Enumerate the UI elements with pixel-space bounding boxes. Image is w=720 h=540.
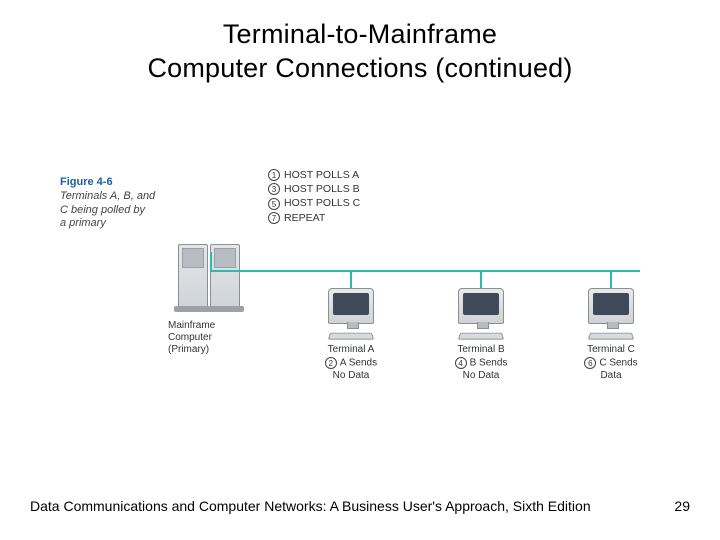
monitor-icon	[458, 288, 504, 324]
terminal-c: Terminal C 6C Sends Data	[576, 288, 646, 382]
slide-footer: Data Communications and Computer Network…	[30, 498, 690, 514]
step-number-icon: 1	[268, 169, 280, 181]
title-line-2: Computer Connections (continued)	[147, 53, 572, 83]
poll-sequence-list: 1HOST POLLS A 3HOST POLLS B 5HOST POLLS …	[268, 168, 360, 225]
figure-4-6: Figure 4-6 Terminals A, B, and C being p…	[60, 180, 660, 400]
keyboard-icon	[328, 333, 374, 340]
terminal-name: Terminal C	[576, 344, 646, 355]
network-bus-line	[210, 270, 640, 272]
step-number-icon: 5	[268, 198, 280, 210]
step-number-icon: 3	[268, 183, 280, 195]
page-number: 29	[674, 498, 690, 514]
step-number-icon: 4	[455, 357, 467, 369]
poll-step-3: 3HOST POLLS B	[268, 182, 360, 196]
drop-line-c	[610, 270, 612, 290]
terminal-note: 6C Sends Data	[576, 357, 646, 382]
poll-step-1: 1HOST POLLS A	[268, 168, 360, 182]
bus-connector	[210, 252, 212, 272]
terminal-name: Terminal A	[316, 344, 386, 355]
monitor-icon	[328, 288, 374, 324]
terminal-b: Terminal B 4B Sends No Data	[446, 288, 516, 382]
monitor-icon	[588, 288, 634, 324]
footer-text: Data Communications and Computer Network…	[30, 498, 591, 514]
terminal-name: Terminal B	[446, 344, 516, 355]
keyboard-icon	[588, 333, 634, 340]
terminal-note: 4B Sends No Data	[446, 357, 516, 382]
terminal-a: Terminal A 2A Sends No Data	[316, 288, 386, 382]
slide-title: Terminal-to-Mainframe Computer Connectio…	[0, 0, 720, 86]
mainframe-icon	[174, 240, 244, 312]
step-number-icon: 2	[325, 357, 337, 369]
poll-step-5: 5HOST POLLS C	[268, 196, 360, 210]
drop-line-b	[480, 270, 482, 290]
terminal-note: 2A Sends No Data	[316, 357, 386, 382]
title-line-1: Terminal-to-Mainframe	[223, 19, 497, 49]
step-number-icon: 6	[584, 357, 596, 369]
diagram: 1HOST POLLS A 3HOST POLLS B 5HOST POLLS …	[150, 170, 660, 400]
mainframe-label: Mainframe Computer (Primary)	[168, 320, 248, 356]
drop-line-a	[350, 270, 352, 290]
keyboard-icon	[458, 333, 504, 340]
poll-step-7: 7REPEAT	[268, 211, 360, 225]
step-number-icon: 7	[268, 212, 280, 224]
